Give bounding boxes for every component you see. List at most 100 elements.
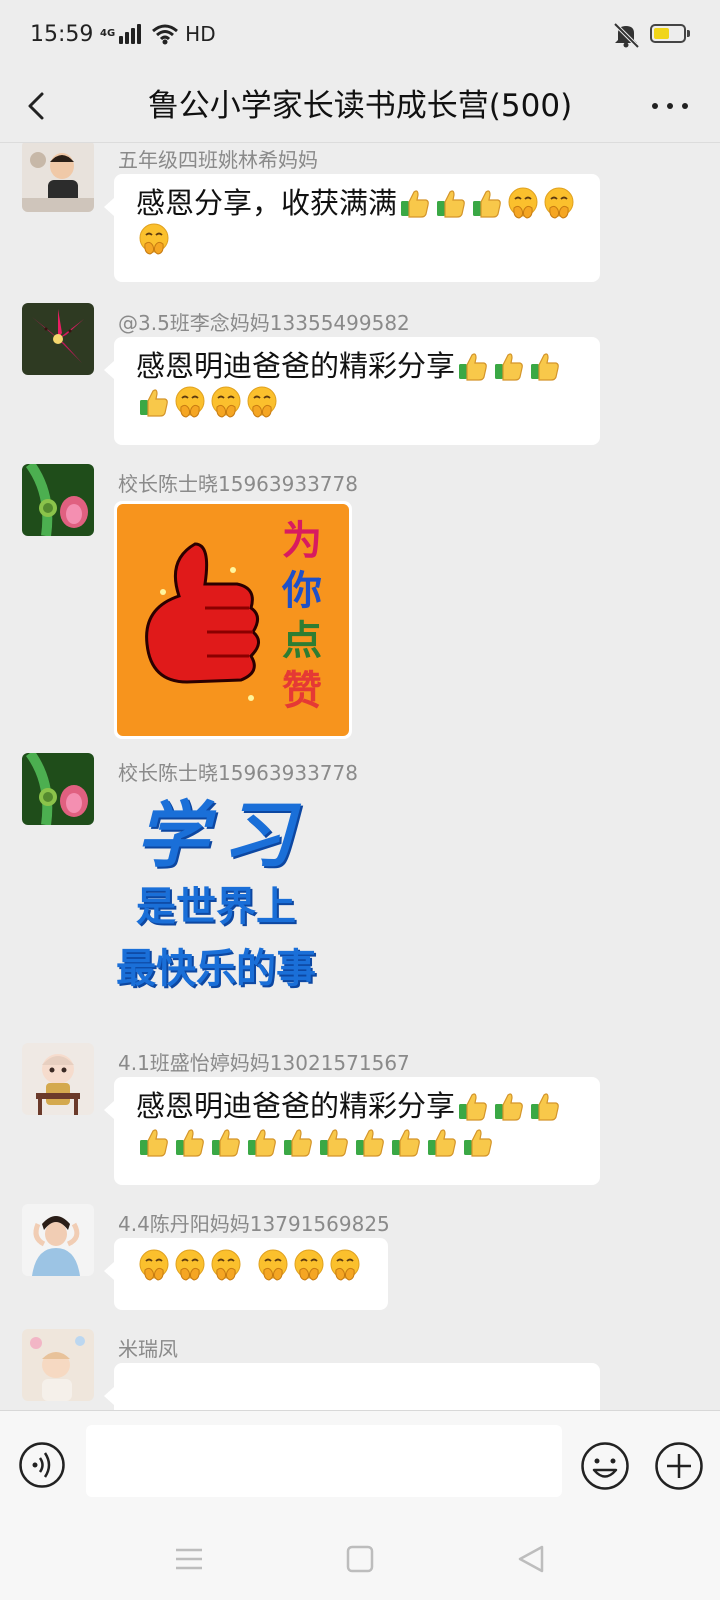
status-bar: 15:59 4G HD	[0, 0, 720, 70]
thumbs-up-icon	[248, 1129, 276, 1157]
message-list[interactable]: 五年级四班姚林希妈妈 感恩分享，收获满满 @3.5班李念妈妈1335549958…	[0, 143, 720, 1410]
chevron-left-icon[interactable]	[20, 88, 56, 124]
thumbs-up-icon	[140, 389, 168, 417]
sender-name: 4.1班盛怡婷妈妈13021571567	[118, 1051, 410, 1075]
thumbs-up-icon	[495, 1093, 523, 1121]
sticker-line: 最快乐的事	[116, 945, 316, 992]
emoji-row	[455, 1089, 563, 1123]
shush-face-icon	[294, 1249, 324, 1281]
message-text: 感恩明迪爸爸的精彩分享	[136, 1089, 456, 1123]
thumbs-up-icon	[212, 1129, 240, 1157]
back-triangle-icon[interactable]	[514, 1542, 548, 1576]
thumbs-up-icon	[437, 190, 465, 218]
sender-name: 校长陈士晓15963933778	[118, 472, 358, 496]
shush-face-icon	[211, 1249, 241, 1281]
thumbs-up-icon	[459, 1093, 487, 1121]
avatar[interactable]	[22, 1329, 94, 1401]
thumbs-up-icon	[531, 353, 559, 381]
avatar[interactable]	[22, 1043, 94, 1115]
thumbs-up-icon	[473, 190, 501, 218]
message-bubble[interactable]: 感恩明迪爸爸的精彩分享	[104, 337, 600, 445]
sender-name: @3.5班李念妈妈13355499582	[118, 311, 410, 335]
message-text: 感恩明迪爸爸的精彩分享	[136, 349, 456, 383]
message-bubble[interactable]	[104, 1363, 600, 1410]
thumbs-up-icon	[464, 1129, 492, 1157]
message-input[interactable]	[86, 1425, 562, 1497]
baby-photo-icon	[22, 1329, 94, 1401]
learning-text-sticker[interactable]: 学习 是世界上 最快乐的事	[114, 793, 374, 1013]
thumbs-up-sticker[interactable]: 为 你 点 赞	[114, 501, 352, 739]
more-dots-icon[interactable]	[648, 94, 692, 118]
sticker-char: 赞	[282, 667, 322, 714]
thumbs-up-icon	[392, 1129, 420, 1157]
signal-icon	[119, 24, 142, 44]
thumbs-up-icon	[459, 353, 487, 381]
woman-photo-icon	[22, 1204, 94, 1276]
menu-icon[interactable]	[172, 1542, 206, 1576]
system-nav-bar	[0, 1518, 720, 1600]
avatar[interactable]	[22, 1204, 94, 1276]
hd-label: HD	[185, 22, 216, 46]
emoji-row	[455, 349, 563, 383]
thumbs-up-icon	[284, 1129, 312, 1157]
home-icon[interactable]	[343, 1542, 377, 1576]
message-bubble[interactable]: 感恩分享，收获满满	[104, 174, 600, 282]
shush-face-icon	[247, 386, 277, 418]
thumbs-up-icon	[495, 353, 523, 381]
voice-icon[interactable]	[18, 1441, 66, 1489]
chat-header: 鲁公小学家长读书成长营(500)	[0, 70, 720, 143]
sticker-caption: 为 你 点 赞	[277, 516, 327, 716]
sticker-line: 是世界上	[136, 883, 296, 930]
emoji-row	[136, 1125, 496, 1159]
status-time: 15:59	[30, 22, 94, 47]
lotus-icon	[22, 753, 94, 825]
lotus-icon	[22, 464, 94, 536]
battery-level	[654, 28, 670, 39]
shush-face-icon	[175, 1249, 205, 1281]
shush-face-icon	[139, 223, 169, 255]
sticker-line: 学习	[136, 792, 309, 877]
mute-icon	[613, 22, 640, 48]
sticker-char: 点	[282, 617, 322, 664]
sticker-char: 你	[282, 567, 322, 614]
plus-icon[interactable]	[654, 1441, 704, 1491]
chat-title: 鲁公小学家长读书成长营(500)	[147, 88, 573, 124]
avatar[interactable]	[22, 464, 94, 536]
sender-name: 五年级四班姚林希妈妈	[118, 148, 318, 172]
network-indicator: 4G HD	[100, 22, 216, 46]
shush-face-icon	[175, 386, 205, 418]
shush-face-icon	[139, 1249, 169, 1281]
battery-icon	[650, 24, 690, 43]
thumbs-up-icon	[320, 1129, 348, 1157]
thumbs-up-icon	[531, 1093, 559, 1121]
emoji-row	[136, 1248, 363, 1282]
avatar[interactable]	[22, 303, 94, 375]
sender-name: 4.4陈丹阳妈妈13791569825	[118, 1212, 390, 1236]
sender-name: 米瑞凤	[118, 1337, 178, 1361]
message-bubble[interactable]: 感恩明迪爸爸的精彩分享	[104, 1077, 600, 1185]
thumbs-up-icon	[401, 190, 429, 218]
thumbs-up-icon	[356, 1129, 384, 1157]
avatar[interactable]	[22, 753, 94, 825]
shush-face-icon	[211, 386, 241, 418]
child-photo-icon	[22, 143, 94, 212]
avatar[interactable]	[22, 143, 94, 212]
lily-flower-icon	[22, 303, 94, 375]
thumbs-up-icon	[428, 1129, 456, 1157]
sender-name: 校长陈士晓15963933778	[118, 761, 358, 785]
sticker-char: 为	[282, 517, 322, 564]
message-bubble[interactable]	[104, 1238, 388, 1310]
emoji-row	[136, 222, 172, 256]
shush-face-icon	[330, 1249, 360, 1281]
shush-face-icon	[544, 187, 574, 219]
sticker-background: 为 你 点 赞	[117, 504, 349, 736]
emoji-row	[397, 186, 577, 220]
emoji-icon[interactable]	[580, 1441, 630, 1491]
shush-face-icon	[258, 1249, 288, 1281]
network-type: 4G	[100, 28, 116, 39]
thumbs-up-icon	[176, 1129, 204, 1157]
doll-icon	[22, 1043, 94, 1115]
emoji-row	[136, 385, 280, 419]
shush-face-icon	[508, 187, 538, 219]
input-bar	[0, 1410, 720, 1519]
